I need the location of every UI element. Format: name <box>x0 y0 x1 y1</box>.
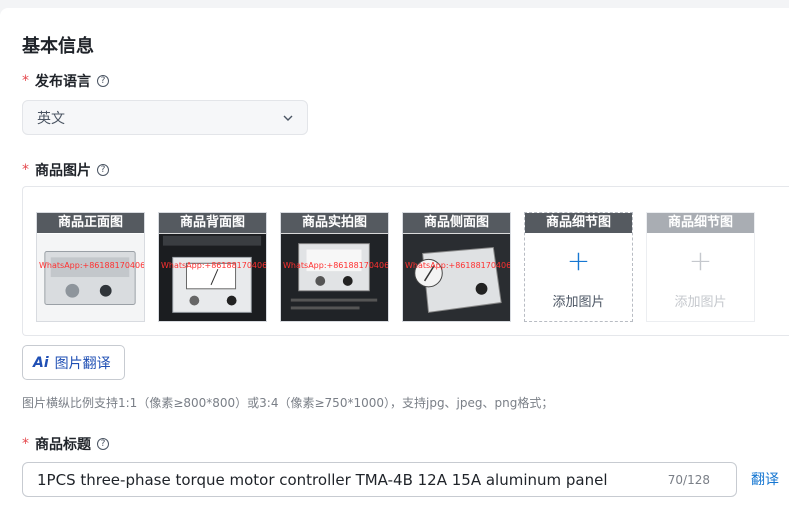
product-photo <box>281 233 388 321</box>
product-image-back[interactable]: 商品背面图 WhatsApp:+8618817040688 <box>158 212 267 322</box>
language-label-text: 发布语言 <box>35 74 91 90</box>
char-counter: 70/128 <box>667 473 710 487</box>
add-image-label: 添加图片 <box>674 295 727 310</box>
title-label-text: 商品标题 <box>35 437 91 453</box>
language-selected-value: 英文 <box>37 110 65 127</box>
add-image-label: 添加图片 <box>552 295 605 310</box>
product-image-front[interactable]: 商品正面图 WhatsApp:+8618817040688 <box>36 212 145 322</box>
question-circle-icon[interactable]: ? <box>97 75 109 87</box>
thumb-header: 商品侧面图 <box>403 213 510 233</box>
required-asterisk: * <box>22 73 29 89</box>
section-title: 基本信息 <box>22 36 94 57</box>
product-photo <box>159 233 266 321</box>
add-detail-image-button-disabled: 商品细节图 + 添加图片 <box>646 212 755 322</box>
product-title-input[interactable]: 1PCS three-phase torque motor controller… <box>22 462 737 497</box>
add-detail-image-button[interactable]: 商品细节图 + 添加图片 <box>524 212 633 322</box>
question-circle-icon[interactable]: ? <box>97 438 109 450</box>
image-translate-label: 图片翻译 <box>54 355 111 372</box>
title-label: * 商品标题 ? <box>22 434 109 454</box>
language-label: * 发布语言 ? <box>22 71 109 91</box>
chevron-down-icon <box>283 115 293 121</box>
thumb-header: 商品细节图 <box>525 213 632 233</box>
thumb-header: 商品背面图 <box>159 213 266 233</box>
product-image-side[interactable]: 商品侧面图 WhatsApp:+8618817040688 <box>402 212 511 322</box>
question-circle-icon[interactable]: ? <box>97 164 109 176</box>
watermark-text: WhatsApp:+8618817040688 <box>283 261 389 270</box>
watermark-text: WhatsApp:+8618817040688 <box>39 261 145 270</box>
images-label-text: 商品图片 <box>35 163 91 179</box>
thumb-header: 商品细节图 <box>647 213 754 233</box>
image-format-hint: 图片横纵比例支持1:1（像素≥800*800）或3:4（像素≥750*1000）… <box>22 396 554 410</box>
product-photo <box>37 233 144 321</box>
thumb-header: 商品实拍图 <box>281 213 388 233</box>
watermark-text: WhatsApp:+8618817040688 <box>405 261 511 270</box>
image-translate-button[interactable]: Ai 图片翻译 <box>22 345 125 380</box>
watermark-text: WhatsApp:+8618817040688 <box>161 261 267 270</box>
language-select[interactable]: 英文 <box>22 100 308 135</box>
ai-icon: Ai <box>33 354 49 371</box>
plus-icon: + <box>566 244 591 277</box>
plus-icon: + <box>688 244 713 277</box>
thumb-header: 商品正面图 <box>37 213 144 233</box>
images-label: * 商品图片 ? <box>22 160 109 180</box>
translate-link[interactable]: 翻译 <box>751 469 779 489</box>
required-asterisk: * <box>22 162 29 178</box>
required-asterisk: * <box>22 436 29 452</box>
product-image-real[interactable]: 商品实拍图 WhatsApp:+8618817040688 <box>280 212 389 322</box>
product-photo <box>403 233 510 321</box>
product-title-value: 1PCS three-phase torque motor controller… <box>37 470 608 489</box>
